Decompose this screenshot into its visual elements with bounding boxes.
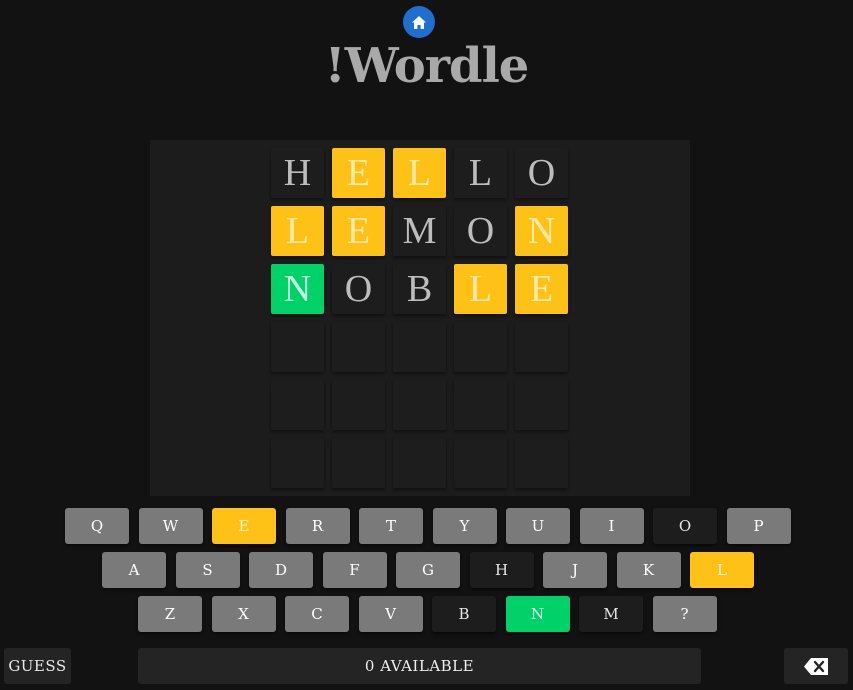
- board-tile: [515, 438, 568, 488]
- key-x[interactable]: X: [211, 596, 276, 632]
- board-tile: H: [271, 148, 324, 198]
- board-tile: [454, 322, 507, 372]
- game-board: HELLOLEMONNOBLE: [271, 148, 568, 488]
- board-tile: [271, 438, 324, 488]
- backspace-button[interactable]: [784, 648, 848, 684]
- backspace-icon: [804, 657, 828, 675]
- board-tile: [454, 438, 507, 488]
- board-tile: [332, 438, 385, 488]
- key-l[interactable]: L: [690, 552, 754, 588]
- board-tile: [393, 380, 446, 430]
- available-count: 0 AVAILABLE: [138, 648, 701, 684]
- board-tile: O: [332, 264, 385, 314]
- key-question[interactable]: ?: [652, 596, 717, 632]
- board-tile: E: [515, 264, 568, 314]
- key-t[interactable]: T: [359, 508, 423, 544]
- key-u[interactable]: U: [506, 508, 570, 544]
- home-icon: [412, 15, 426, 29]
- key-k[interactable]: K: [616, 552, 681, 588]
- keyboard-row-1: QWERTYUIOP: [65, 508, 800, 544]
- guess-button[interactable]: GUESS: [4, 648, 71, 684]
- board-tile: [271, 380, 324, 430]
- key-c[interactable]: C: [285, 596, 349, 632]
- key-e[interactable]: E: [212, 508, 276, 544]
- board-tile: [332, 322, 385, 372]
- key-w[interactable]: W: [138, 508, 203, 544]
- key-d[interactable]: D: [249, 552, 313, 588]
- page-title: !Wordle: [324, 38, 530, 94]
- key-v[interactable]: V: [358, 596, 423, 632]
- key-a[interactable]: A: [102, 552, 166, 588]
- key-j[interactable]: J: [543, 552, 607, 588]
- board-tile: E: [332, 148, 385, 198]
- key-i[interactable]: I: [579, 508, 644, 544]
- board-tile: [332, 380, 385, 430]
- key-y[interactable]: Y: [432, 508, 497, 544]
- key-z[interactable]: Z: [138, 596, 202, 632]
- board-tile: O: [515, 148, 568, 198]
- key-p[interactable]: P: [726, 508, 791, 544]
- key-r[interactable]: R: [285, 508, 350, 544]
- key-s[interactable]: S: [175, 552, 240, 588]
- board-tile: N: [271, 264, 324, 314]
- keyboard-row-3: Z X C V B N M?: [138, 596, 726, 632]
- board-tile: E: [332, 206, 385, 256]
- board-tile: M: [393, 206, 446, 256]
- board-tile: [515, 380, 568, 430]
- key-f[interactable]: F: [322, 552, 387, 588]
- key-g[interactable]: G: [396, 552, 460, 588]
- board-tile: L: [454, 264, 507, 314]
- board-tile: [393, 438, 446, 488]
- board-tile: [393, 322, 446, 372]
- key-b[interactable]: B: [432, 596, 496, 632]
- board-tile: L: [271, 206, 324, 256]
- board-tile: [271, 322, 324, 372]
- key-n[interactable]: N: [505, 596, 570, 632]
- board-tile: O: [454, 206, 507, 256]
- board-tile: L: [454, 148, 507, 198]
- keyboard-row-2: ASDFGHJKL: [102, 552, 764, 588]
- board-tile: L: [393, 148, 446, 198]
- board-tile: N: [515, 206, 568, 256]
- key-q[interactable]: Q: [65, 508, 129, 544]
- board-tile: [454, 380, 507, 430]
- key-h[interactable]: H: [469, 552, 534, 588]
- home-button[interactable]: [403, 6, 435, 38]
- key-m[interactable]: M: [579, 596, 643, 632]
- board-tile: B: [393, 264, 446, 314]
- key-o[interactable]: O: [653, 508, 717, 544]
- board-tile: [515, 322, 568, 372]
